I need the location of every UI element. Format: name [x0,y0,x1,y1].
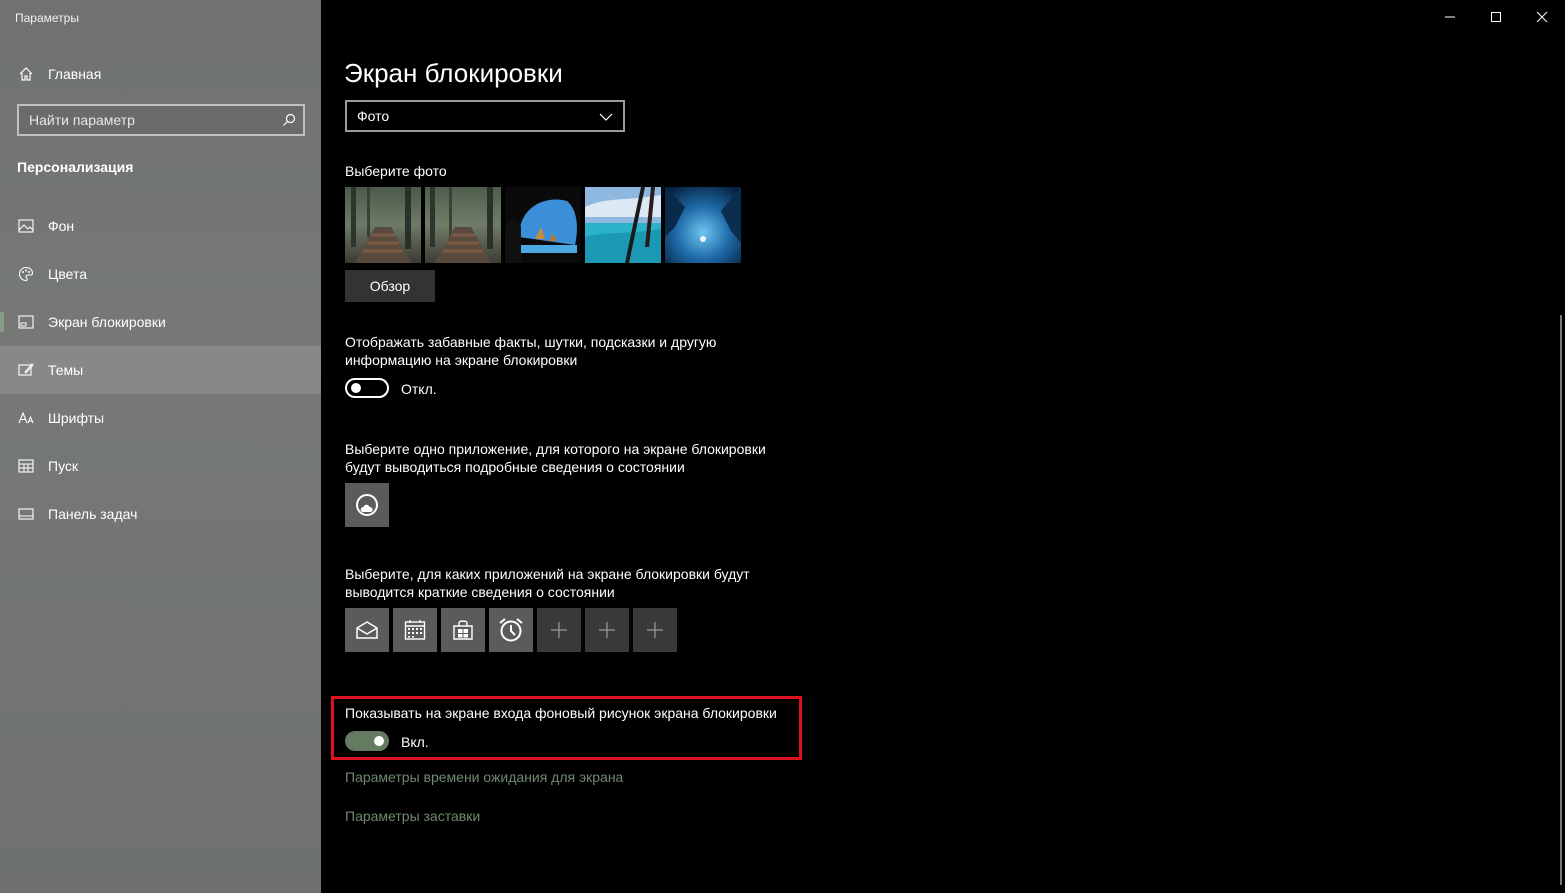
sidebar-item-colors[interactable]: Цвета [0,250,321,298]
quick-status-label-line1: Выберите, для каких приложений на экране… [345,566,750,582]
toggle-knob [374,736,384,746]
minimize-icon [1445,16,1455,18]
sidebar-item-themes[interactable]: Темы [0,346,321,394]
sidebar-item-label: Фон [48,218,75,234]
nav-home-label: Главная [48,66,102,82]
store-icon [453,620,473,640]
signin-background-label: Показывать на экране входа фоновый рисун… [345,705,777,721]
maximize-icon [1491,12,1501,22]
quick-status-app-calendar[interactable] [393,608,437,652]
sidebar-item-fonts[interactable]: Шрифты [0,394,321,442]
dropdown-selected-value: Фото [357,108,390,124]
quick-status-app-alarm[interactable] [489,608,533,652]
photo-thumbnail-cave[interactable] [505,187,581,263]
plus-icon [599,622,615,638]
quick-status-add-2[interactable] [585,608,629,652]
quick-status-app-store[interactable] [441,608,485,652]
weather-icon [356,494,378,516]
screen-timeout-link[interactable]: Параметры времени ожидания для экрана [345,769,623,785]
detailed-status-label-line2: будут выводиться подробные сведения о со… [345,459,685,475]
sidebar-item-label: Экран блокировки [48,314,166,330]
themes-icon [17,361,35,379]
sidebar: Параметры Главная Персонализация Фон Цве… [0,0,321,893]
close-button[interactable] [1519,0,1565,34]
photo-thumbnail-sea[interactable] [585,187,661,263]
calendar-icon [404,620,426,640]
taskbar-icon [17,505,35,523]
main-content: Экран блокировки Фото Выберите фото Обзо… [321,0,1565,893]
fun-facts-label-line2: информацию на экране блокировки [345,352,578,368]
minimize-button[interactable] [1427,0,1473,34]
nav-home[interactable]: Главная [0,58,321,90]
quick-status-app-mail[interactable] [345,608,389,652]
fonts-icon [17,409,35,427]
home-icon [17,65,35,83]
detailed-status-app-weather[interactable] [345,483,389,527]
fun-facts-label-line1: Отображать забавные факты, шутки, подска… [345,334,717,350]
background-type-dropdown[interactable]: Фото [345,100,625,132]
signin-background-state: Вкл. [401,734,429,750]
toggle-knob [351,383,361,393]
quick-status-add-3[interactable] [633,608,677,652]
photo-thumbnail-forest[interactable] [345,187,421,263]
quick-status-add-1[interactable] [537,608,581,652]
sidebar-item-lock-screen[interactable]: Экран блокировки [0,298,321,346]
chevron-down-icon [599,108,613,124]
lock-screen-icon [17,313,35,331]
mail-icon [356,621,378,639]
palette-icon [17,265,35,283]
sidebar-item-taskbar[interactable]: Панель задач [0,490,321,538]
plus-icon [551,622,567,638]
sidebar-item-label: Цвета [48,266,87,282]
signin-background-toggle[interactable] [345,731,389,751]
sidebar-item-background[interactable]: Фон [0,202,321,250]
selection-indicator [0,312,4,332]
search-box[interactable] [17,104,305,136]
scrollbar[interactable] [1560,315,1562,885]
fun-facts-state: Откл. [401,381,437,397]
sidebar-item-label: Темы [48,362,84,378]
sidebar-item-label: Пуск [48,458,79,474]
sidebar-item-label: Шрифты [48,410,105,426]
detailed-status-label-line1: Выберите одно приложение, для которого н… [345,441,766,457]
start-icon [17,457,35,475]
photo-thumbnail-ice-cave[interactable] [665,187,741,263]
image-icon [17,217,35,235]
search-icon[interactable] [275,106,303,134]
choose-photo-label: Выберите фото [345,163,447,179]
section-heading: Персонализация [17,159,134,175]
app-title: Параметры [15,11,79,25]
alarm-icon [499,618,523,642]
fun-facts-toggle[interactable] [345,378,389,398]
photo-thumbnail-forest-2[interactable] [425,187,501,263]
page-title: Экран блокировки [344,58,563,88]
screensaver-link[interactable]: Параметры заставки [345,808,480,824]
search-input[interactable] [19,106,275,134]
maximize-button[interactable] [1473,0,1519,34]
browse-button[interactable]: Обзор [345,270,435,302]
plus-icon [647,622,663,638]
sidebar-item-label: Панель задач [48,506,138,522]
close-icon [1536,11,1548,23]
quick-status-label-line2: выводится краткие сведения о состоянии [345,584,615,600]
window-controls [1427,0,1565,34]
sidebar-item-start[interactable]: Пуск [0,442,321,490]
